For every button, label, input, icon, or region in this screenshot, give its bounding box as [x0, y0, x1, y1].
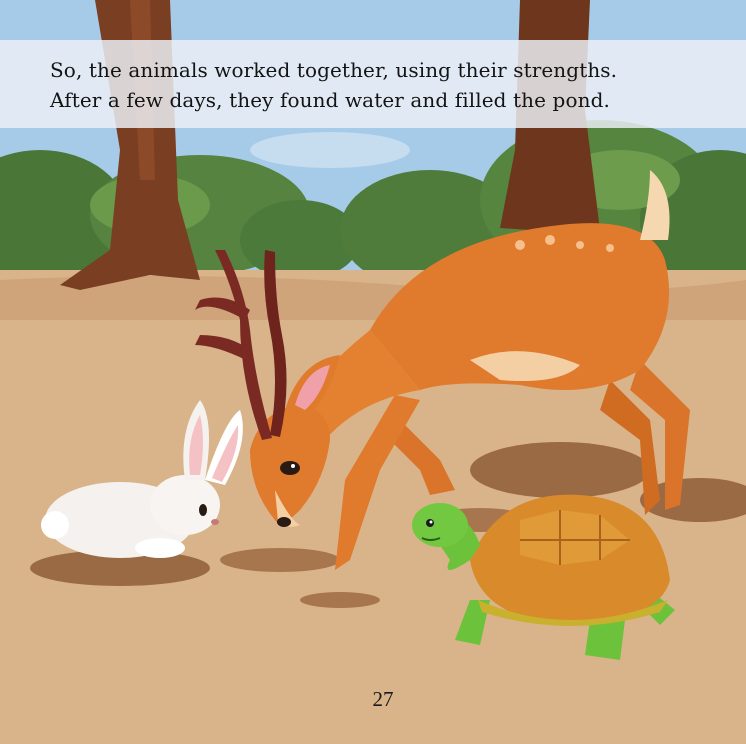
story-text-line-2: After a few days, they found water and f…: [50, 88, 610, 112]
page-number: 27: [372, 687, 394, 711]
caption-band: [0, 40, 746, 128]
storybook-page: So, the animals worked together, using t…: [0, 0, 746, 744]
story-text-line-1: So, the animals worked together, using t…: [50, 58, 618, 82]
cloud: [250, 132, 410, 168]
